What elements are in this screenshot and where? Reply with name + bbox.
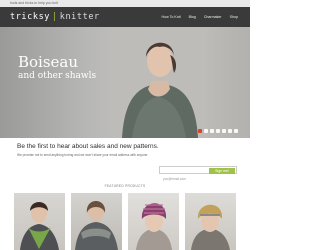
slide-dot[interactable] (228, 129, 232, 133)
hero-model-image (112, 27, 207, 138)
product-image (191, 204, 230, 250)
product-card[interactable] (71, 193, 122, 250)
hero-subtitle: and other shawls (18, 71, 97, 81)
logo-right: knitter (59, 12, 100, 22)
slide-dot[interactable] (204, 129, 208, 133)
hero-slideshow[interactable]: Boiseau and other shawls (0, 27, 250, 138)
slide-indicators (198, 129, 238, 133)
slide-dot[interactable] (234, 129, 238, 133)
newsletter-heading: Be the first to hear about sales and new… (17, 143, 159, 150)
signup-button[interactable]: Sign me! (209, 167, 235, 174)
nav-item-how-to-knit[interactable]: How To Knit (162, 15, 181, 19)
nav-links: How To Knit Blog Charmaker Shop (162, 15, 239, 19)
nav-item-charmaker[interactable]: Charmaker (204, 15, 222, 19)
newsletter-section: Be the first to hear about sales and new… (0, 138, 250, 184)
email-form: Sign me! (159, 166, 237, 183)
product-image (136, 203, 172, 250)
logo-left: tricksy (10, 12, 51, 22)
slide-dot[interactable] (210, 129, 214, 133)
site-logo[interactable]: tricksy | knitter (10, 12, 100, 22)
main-nav: tricksy | knitter How To Knit Blog Charmak… (0, 7, 250, 27)
slide-dot[interactable] (198, 129, 202, 133)
product-image (75, 201, 118, 250)
tagline: tools and tricks to help you knit (10, 1, 58, 5)
slide-dot[interactable] (222, 129, 226, 133)
newsletter-subtext: We promise not to send anything boring a… (17, 153, 149, 157)
nav-item-shop[interactable]: Shop (230, 15, 238, 19)
product-card[interactable] (128, 193, 179, 250)
product-card[interactable] (185, 193, 236, 250)
logo-divider: | (52, 12, 58, 22)
nav-item-blog[interactable]: Blog (189, 15, 196, 19)
featured-products-label: FEATURED PRODUCTS (104, 184, 146, 188)
product-image (20, 202, 59, 250)
email-input[interactable] (160, 175, 208, 183)
product-card[interactable] (14, 193, 65, 250)
slide-dot[interactable] (216, 129, 220, 133)
hero-title: Boiseau (18, 53, 79, 71)
top-bar: tools and tricks to help you knit (0, 0, 250, 7)
featured-products (14, 193, 236, 250)
